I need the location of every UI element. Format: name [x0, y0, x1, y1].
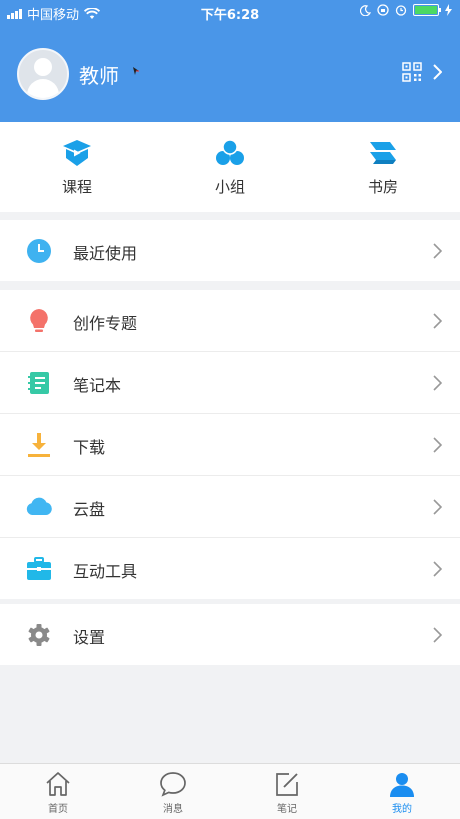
notebook-icon	[28, 372, 49, 394]
gear-icon	[28, 624, 50, 646]
menu-item-settings[interactable]: 设置	[0, 604, 460, 665]
menu-item-label: 创作专题	[73, 314, 138, 333]
chevron-right-icon	[433, 627, 442, 643]
menu-group-main: 创作专题 笔记本 下载 云盘 互动工具	[0, 290, 460, 599]
menu-group-settings: 设置	[0, 604, 460, 665]
message-icon	[160, 772, 186, 797]
menu-item-label: 互动工具	[73, 562, 138, 581]
tab-label: 消息	[163, 804, 183, 815]
alarm-icon	[395, 5, 407, 16]
quick-action-label: 小组	[214, 178, 245, 196]
menu-item-label: 下载	[73, 438, 106, 457]
cursor-mark	[133, 67, 139, 75]
chevron-right-icon	[433, 375, 442, 391]
lightbulb-icon	[30, 309, 48, 332]
charging-icon	[445, 4, 452, 16]
download-icon	[28, 433, 50, 457]
quick-actions: 课程 小组 书房	[0, 122, 460, 212]
tab-label: 首页	[48, 804, 68, 815]
menu-item-recent[interactable]: 最近使用	[0, 220, 460, 281]
battery-icon	[413, 4, 441, 16]
menu-item-tools[interactable]: 互动工具	[0, 538, 460, 599]
tab-label: 笔记	[277, 804, 297, 815]
menu-item-topics[interactable]: 创作专题	[0, 290, 460, 352]
chevron-right-icon[interactable]	[432, 64, 442, 80]
menu-item-cloud[interactable]: 云盘	[0, 476, 460, 538]
menu-group-recent: 最近使用	[0, 220, 460, 281]
chevron-right-icon	[433, 561, 442, 577]
tab-label: 我的	[392, 804, 412, 815]
chevron-right-icon	[433, 499, 442, 515]
chevron-right-icon	[433, 243, 442, 259]
avatar[interactable]	[17, 48, 69, 100]
rotation-lock-icon	[377, 4, 389, 16]
quick-action-label: 课程	[61, 178, 92, 196]
tab-mine[interactable]: 我的	[372, 770, 432, 815]
menu-item-label: 设置	[73, 628, 106, 647]
cloud-icon	[26, 497, 52, 515]
quick-action-course[interactable]: 课程	[37, 138, 117, 197]
note-edit-icon	[276, 773, 298, 796]
bookshelf-icon	[370, 142, 396, 164]
menu-item-notebook[interactable]: 笔记本	[0, 352, 460, 414]
tab-messages[interactable]: 消息	[143, 770, 203, 815]
tab-home[interactable]: 首页	[28, 770, 88, 815]
menu-item-download[interactable]: 下载	[0, 414, 460, 476]
group-circles-icon	[216, 139, 244, 165]
quick-action-bookroom[interactable]: 书房	[343, 138, 423, 197]
bottom-tab-bar: 首页 消息 笔记 我的	[0, 763, 460, 819]
chevron-right-icon	[433, 313, 442, 329]
menu-item-label: 笔记本	[73, 376, 122, 395]
clock-icon	[27, 239, 51, 263]
course-play-icon	[63, 140, 91, 166]
quick-action-label: 书房	[367, 178, 398, 196]
tab-notes[interactable]: 笔记	[257, 770, 317, 815]
toolbox-icon	[27, 557, 51, 580]
menu-item-label: 云盘	[73, 500, 106, 519]
qr-code-icon[interactable]	[402, 62, 422, 82]
person-icon	[390, 773, 414, 797]
status-bar: 中国移动 下午6:28	[0, 0, 460, 24]
profile-info[interactable]: 教师	[17, 48, 119, 100]
chevron-right-icon	[433, 437, 442, 453]
menu-item-label: 最近使用	[73, 244, 138, 263]
quick-action-group[interactable]: 小组	[190, 138, 270, 197]
profile-header: 中国移动 下午6:28 教师	[0, 0, 460, 122]
home-icon	[46, 772, 70, 796]
profile-name: 教师	[79, 63, 119, 88]
moon-icon	[360, 4, 371, 16]
